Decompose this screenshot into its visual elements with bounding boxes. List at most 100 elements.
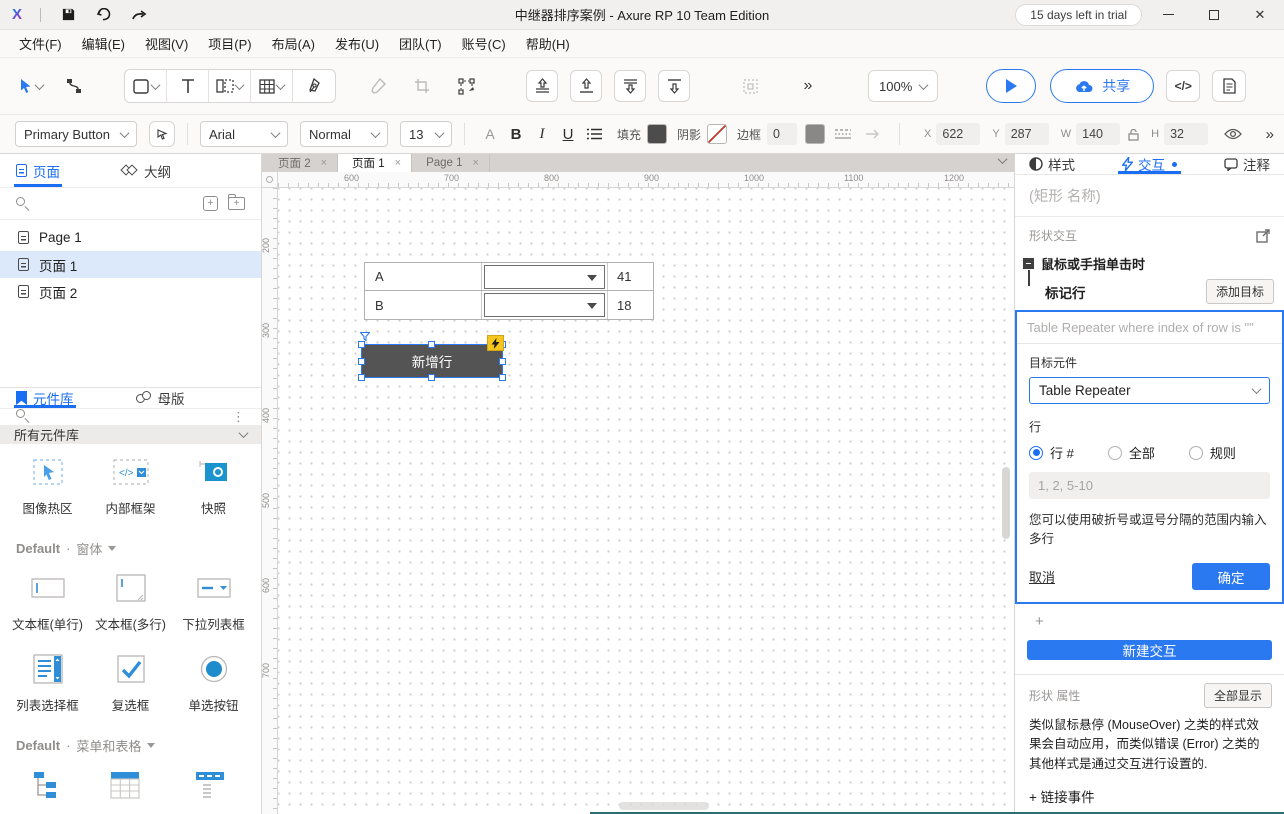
menu-arrange[interactable]: 布局(A) <box>263 31 324 56</box>
minimize-button[interactable] <box>1148 2 1188 28</box>
action-mark-rows-row[interactable]: 标记行 添加目标 <box>1015 275 1284 310</box>
library-filter-select[interactable]: 所有元件库 <box>0 425 261 444</box>
open-external-icon[interactable] <box>1256 229 1270 243</box>
italic-button[interactable]: I <box>529 126 555 143</box>
share-button[interactable]: 共享 <box>1050 69 1154 103</box>
visibility-eye-icon[interactable] <box>1224 128 1242 140</box>
h-value[interactable]: 32 <box>1164 123 1208 145</box>
style-picker-button[interactable] <box>149 121 175 147</box>
menu-help[interactable]: 帮助(H) <box>517 31 579 56</box>
preview-button[interactable] <box>986 69 1036 103</box>
tab-style[interactable]: 样式 <box>1029 154 1075 174</box>
align-top-front-button[interactable] <box>526 70 558 102</box>
widget-textfield[interactable]: 文本框(单行) <box>6 562 89 643</box>
row-value-cell[interactable]: 18 <box>608 291 653 319</box>
droplist-widget[interactable] <box>484 265 605 289</box>
table-row[interactable]: B 18 <box>365 291 653 319</box>
repeater-table[interactable]: A 41 B 18 <box>364 262 654 320</box>
tab-notes[interactable]: 注释 <box>1224 154 1270 174</box>
widget-checkbox[interactable]: 复选框 <box>89 643 172 724</box>
menu-project[interactable]: 项目(P) <box>199 31 260 56</box>
widget-image-hotspot[interactable]: 图像热区 <box>6 446 89 527</box>
tab-outline[interactable]: 大纲 <box>122 154 171 187</box>
menu-view[interactable]: 视图(V) <box>136 31 197 56</box>
cancel-link[interactable]: 取消 <box>1029 567 1055 586</box>
design-canvas[interactable]: A 41 B 18 新增行 <box>278 188 1014 814</box>
droplist-widget[interactable] <box>484 293 605 317</box>
toolbar-overflow-button[interactable]: » <box>792 70 824 102</box>
maximize-button[interactable] <box>1194 2 1234 28</box>
close-tab-icon[interactable]: × <box>321 157 327 169</box>
widget-textarea[interactable]: 文本框(多行) <box>89 562 172 643</box>
row-name-cell[interactable]: B <box>365 291 482 319</box>
select-tool-button[interactable] <box>14 70 46 102</box>
code-export-button[interactable]: </> <box>1166 70 1200 102</box>
canvas-tab[interactable]: Page 1 × <box>412 154 490 172</box>
link-events-button[interactable]: + 链接事件 <box>1015 774 1284 814</box>
bold-button[interactable]: B <box>503 126 529 143</box>
text-tool-button[interactable] <box>167 70 209 102</box>
target-widget-select[interactable]: Table Repeater <box>1029 377 1270 404</box>
menu-account[interactable]: 账号(C) <box>453 31 515 56</box>
font-size-select[interactable]: 13 <box>400 121 452 147</box>
undo-icon[interactable] <box>95 6 113 24</box>
page-item[interactable]: 页面 2 <box>0 278 261 305</box>
canvas-tab-active[interactable]: 页面 1 × <box>338 154 412 172</box>
underline-button[interactable]: U <box>555 126 581 143</box>
pen-tool-button[interactable] <box>293 70 335 102</box>
row-droplist-cell[interactable] <box>482 291 608 319</box>
radio-all[interactable]: 全部 <box>1108 443 1155 462</box>
stylebar-overflow-button[interactable]: » <box>1266 126 1274 143</box>
table-tool-button[interactable] <box>251 70 293 102</box>
widget-inline-frame[interactable]: </> 内部框架 <box>89 446 172 527</box>
menu-file[interactable]: 文件(F) <box>10 31 71 56</box>
selected-add-row-button[interactable]: 新增行 <box>362 345 502 377</box>
w-value[interactable]: 140 <box>1076 123 1120 145</box>
radio-rule[interactable]: 规则 <box>1189 443 1236 462</box>
page-item[interactable]: Page 1 <box>0 224 261 251</box>
menu-publish[interactable]: 发布(U) <box>326 31 388 56</box>
border-color-swatch[interactable] <box>805 124 825 144</box>
widget-classic-table[interactable]: 经典表格 <box>85 759 164 814</box>
search-icon[interactable] <box>16 197 30 211</box>
shadow-swatch[interactable] <box>707 124 727 144</box>
notes-doc-button[interactable] <box>1212 70 1246 102</box>
font-family-select[interactable]: Arial <box>200 121 288 147</box>
radio-row-number[interactable]: 行 # <box>1029 443 1074 462</box>
resize-handle-e[interactable] <box>499 358 506 365</box>
zoom-select[interactable]: 100% <box>868 70 938 102</box>
add-action-button[interactable]: + <box>1015 604 1284 630</box>
horizontal-scrollbar[interactable] <box>619 802 709 810</box>
event-click-row[interactable]: 鼠标或手指单击时 <box>1015 250 1284 275</box>
bullet-list-button[interactable] <box>581 128 607 140</box>
resize-handle-n[interactable] <box>428 341 435 348</box>
show-all-button[interactable]: 全部显示 <box>1204 683 1272 708</box>
rows-input[interactable]: 1, 2, 5-10 <box>1029 472 1270 499</box>
lock-ratio-icon[interactable] <box>1128 128 1139 141</box>
canvas-tab[interactable]: 页面 2 × <box>264 154 338 172</box>
trial-badge[interactable]: 15 days left in trial <box>1015 4 1142 26</box>
rectangle-tool-button[interactable] <box>125 70 167 102</box>
resize-handle-se[interactable] <box>499 374 506 381</box>
close-tab-icon[interactable]: × <box>395 157 401 169</box>
border-width-value[interactable]: 0 <box>767 123 797 145</box>
add-target-button[interactable]: 添加目标 <box>1206 279 1274 304</box>
font-color-button[interactable]: A <box>477 126 503 142</box>
tab-list-chevron-icon[interactable] <box>998 154 1008 164</box>
inline-frame-tool-button[interactable] <box>209 70 251 102</box>
row-value-cell[interactable]: 41 <box>608 263 653 290</box>
redo-icon[interactable] <box>131 6 149 24</box>
vertical-scrollbar[interactable] <box>1002 467 1010 539</box>
ok-button[interactable]: 确定 <box>1192 563 1270 590</box>
widget-name-input[interactable]: (矩形 名称) <box>1015 175 1284 217</box>
close-button[interactable]: ✕ <box>1240 2 1280 28</box>
interaction-badge[interactable] <box>487 335 504 351</box>
tab-masters[interactable]: 母版 <box>136 388 185 408</box>
send-to-back-button[interactable] <box>658 70 690 102</box>
menu-edit[interactable]: 编辑(E) <box>73 31 134 56</box>
transform-points-button[interactable] <box>450 70 482 102</box>
tab-interaction[interactable]: 交互 <box>1122 154 1177 174</box>
library-menu-button[interactable]: ⋮ <box>232 410 245 423</box>
table-row[interactable]: A 41 <box>365 263 653 291</box>
y-value[interactable]: 287 <box>1005 123 1049 145</box>
